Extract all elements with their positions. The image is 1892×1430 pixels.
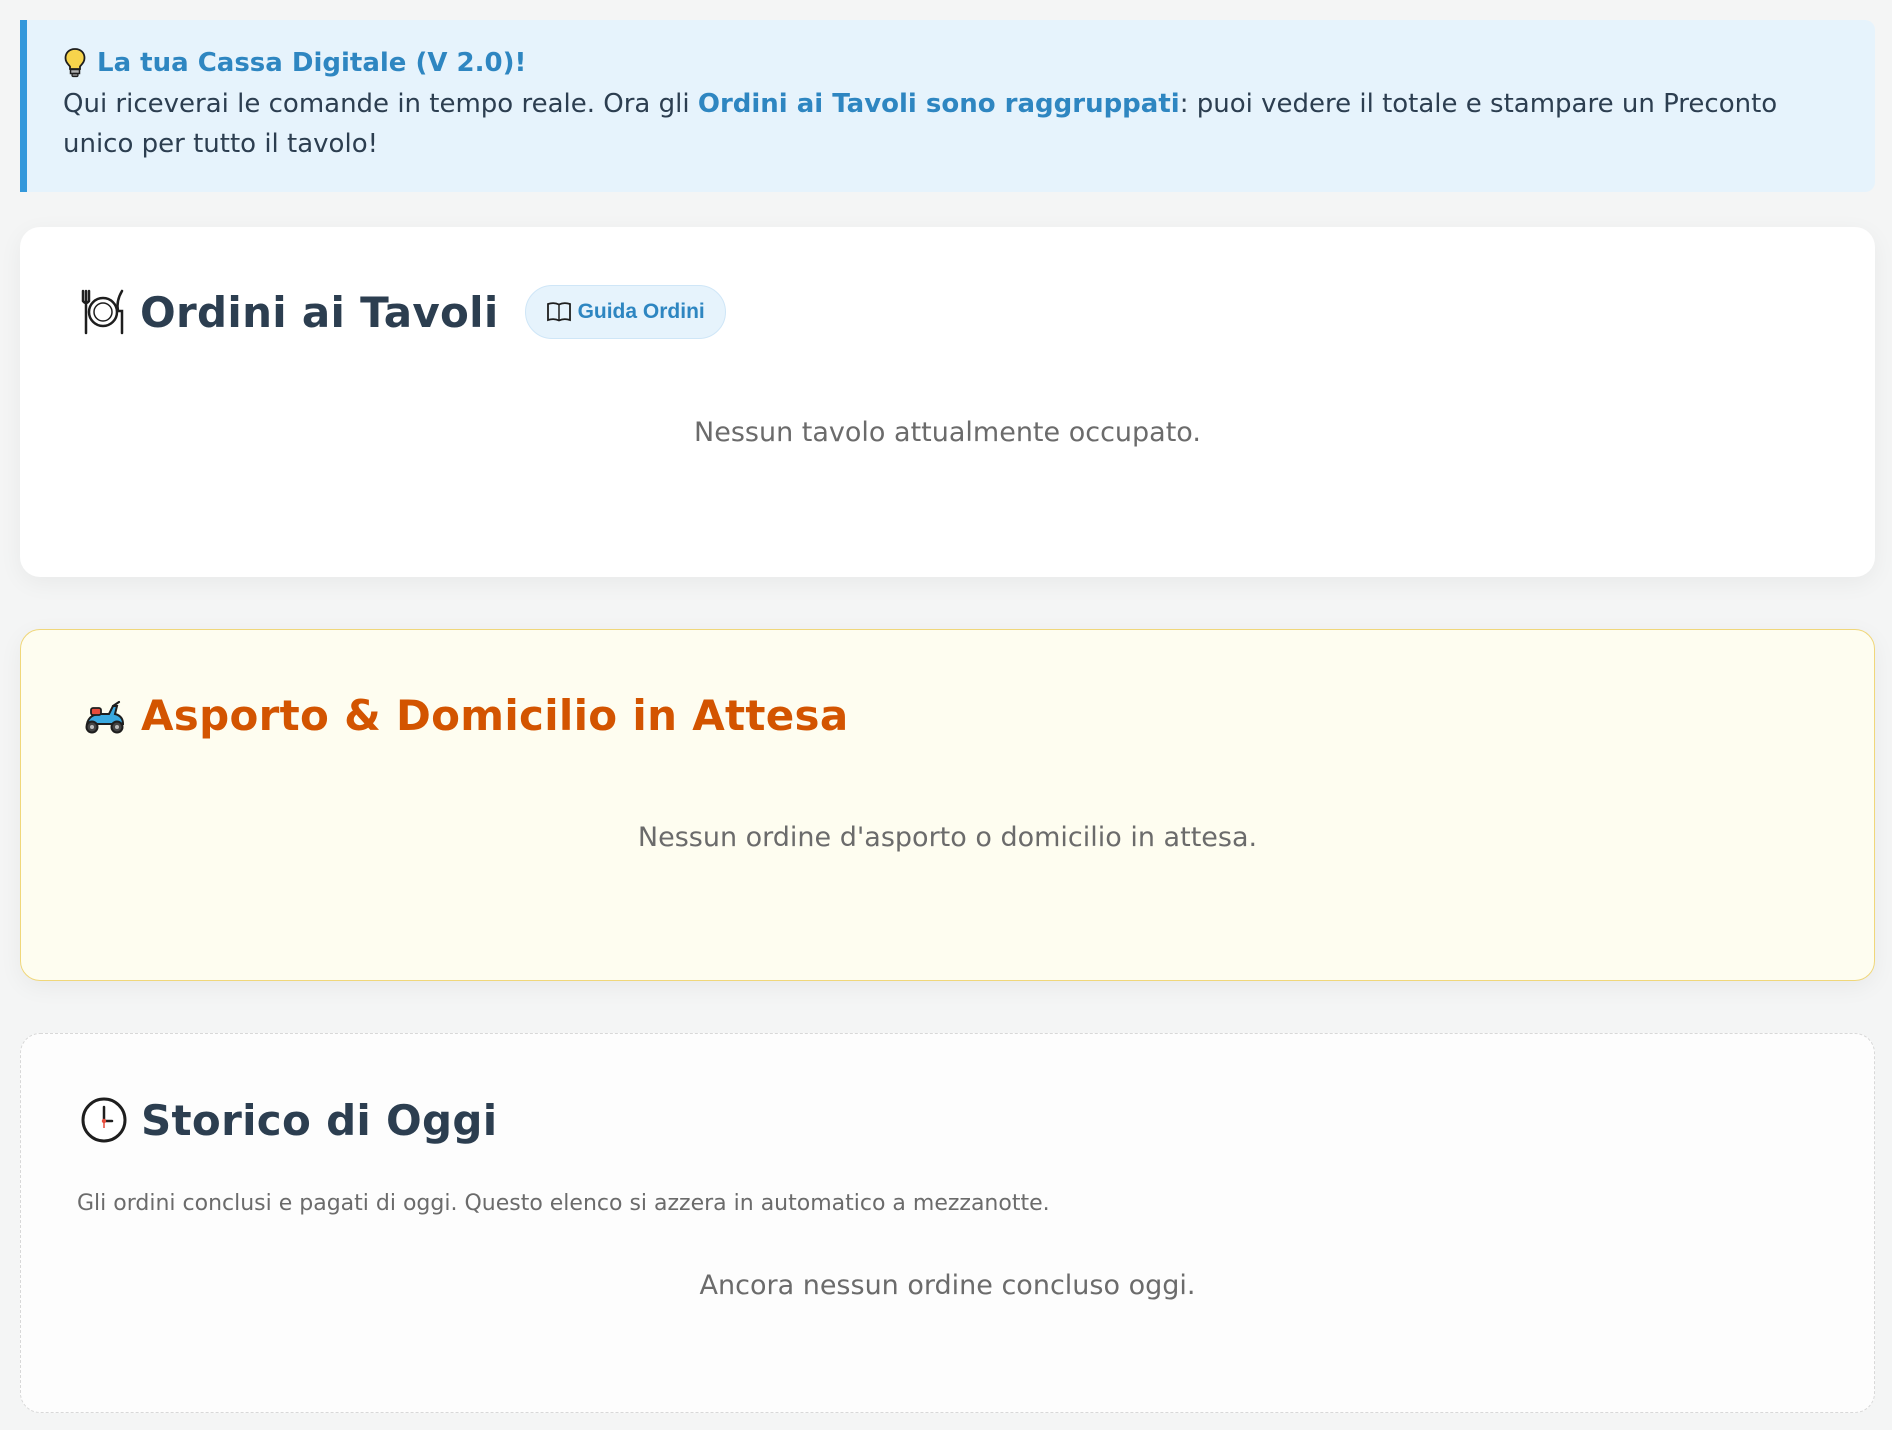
guide-orders-button[interactable]: Guida Ordini [524, 285, 726, 339]
history-description: Gli ordini conclusi e pagati di oggi. Qu… [77, 1191, 1050, 1216]
tables-title: Ordini ai Tavoli [140, 287, 499, 337]
info-banner: La tua Cassa Digitale (V 2.0)! Qui ricev… [20, 20, 1875, 192]
banner-text-highlight: Ordini ai Tavoli sono raggruppati [697, 89, 1180, 119]
banner-title-row: La tua Cassa Digitale (V 2.0)! [63, 44, 1839, 82]
clock-icon [79, 1095, 129, 1145]
guide-orders-label: Guida Ordini [577, 300, 705, 323]
banner-text-before: Qui riceverai le comande in tempo reale.… [63, 89, 698, 119]
page: La tua Cassa Digitale (V 2.0)! Qui ricev… [0, 0, 1892, 1430]
tables-card: Ordini ai Tavoli Guida Ordini Nessun tav… [20, 227, 1875, 577]
lightbulb-icon [63, 47, 87, 79]
scooter-icon [79, 690, 129, 740]
banner-title: La tua Cassa Digitale (V 2.0)! [97, 48, 527, 78]
takeaway-empty-message: Nessun ordine d'asporto o domicilio in a… [637, 822, 1258, 853]
history-header: Storico di Oggi [79, 1095, 497, 1145]
history-card: Storico di Oggi Gli ordini conclusi e pa… [20, 1033, 1875, 1413]
tables-empty-message: Nessun tavolo attualmente occupato. [694, 417, 1201, 448]
history-title: Storico di Oggi [141, 1095, 498, 1145]
history-empty-message: Ancora nessun ordine concluso oggi. [699, 1270, 1196, 1301]
banner-text: Qui riceverai le comande in tempo reale.… [63, 84, 1839, 164]
plate-cutlery-icon [78, 287, 128, 337]
takeaway-header: Asporto & Domicilio in Attesa [79, 690, 848, 740]
takeaway-title: Asporto & Domicilio in Attesa [141, 690, 849, 740]
book-icon [546, 301, 572, 323]
tables-header: Ordini ai Tavoli Guida Ordini [78, 285, 726, 339]
takeaway-card: Asporto & Domicilio in Attesa Nessun ord… [20, 629, 1875, 981]
